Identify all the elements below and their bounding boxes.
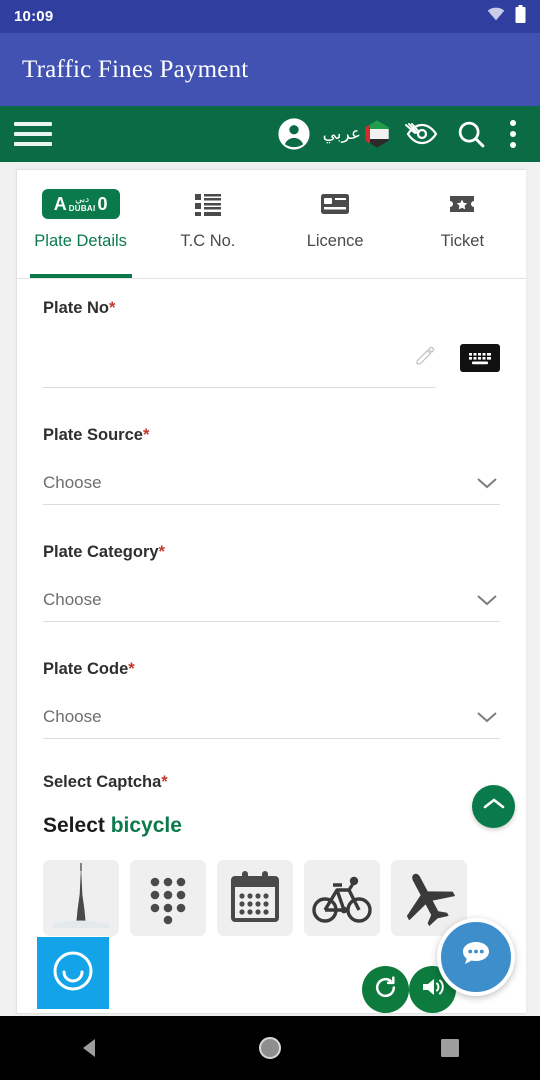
required-marker: * xyxy=(109,299,116,317)
tab-active-underline xyxy=(29,274,132,278)
required-marker: * xyxy=(128,660,135,678)
page-title: Traffic Fines Payment xyxy=(22,55,249,83)
plate-no-input-row xyxy=(43,338,500,388)
label-select-captcha: Select Captcha* xyxy=(43,773,168,791)
label-plate-category: Plate Category* xyxy=(43,543,165,561)
tab-bar: A دبي DUBAI 0 Plate Details T.C No. Lice… xyxy=(17,170,526,278)
chevron-down-icon xyxy=(474,587,500,613)
required-marker: * xyxy=(161,773,168,791)
android-nav-bar xyxy=(0,1016,540,1080)
status-bar: 10:09 xyxy=(0,0,540,33)
tab-tc-no[interactable]: T.C No. xyxy=(144,184,271,278)
plate-icon-number: 0 xyxy=(97,194,108,214)
language-switch-button[interactable]: عربي xyxy=(323,113,392,155)
tab-licence[interactable]: Licence xyxy=(272,184,399,278)
captcha-prompt-prefix: Select xyxy=(43,814,105,837)
back-triangle-icon[interactable] xyxy=(55,1016,125,1080)
chat-bubble-icon xyxy=(456,935,496,980)
burj-khalifa-tile[interactable] xyxy=(43,860,119,936)
smiley-face-icon xyxy=(48,946,98,1001)
tab-label-ticket: Ticket xyxy=(440,232,485,250)
kebab-menu-icon[interactable] xyxy=(500,113,526,155)
plate-code-value: Choose xyxy=(43,707,102,726)
tab-label-licence: Licence xyxy=(306,232,364,250)
eye-slash-icon[interactable] xyxy=(400,113,442,155)
tab-plate-details[interactable]: A دبي DUBAI 0 Plate Details xyxy=(17,184,144,278)
search-icon[interactable] xyxy=(450,113,492,155)
plate-category-value: Choose xyxy=(43,590,102,609)
page-content: A دبي DUBAI 0 Plate Details T.C No. Lice… xyxy=(0,162,540,1016)
app-toolbar: عربي xyxy=(0,106,540,162)
ticket-icon xyxy=(448,184,476,224)
tab-label-plate-details: Plate Details xyxy=(34,232,127,250)
recents-square-icon[interactable] xyxy=(415,1016,485,1080)
plate-source-value: Choose xyxy=(43,473,102,492)
field-plate-category: Plate Category* Choose xyxy=(43,543,500,622)
speaker-icon xyxy=(420,975,446,1004)
chat-support-button[interactable] xyxy=(437,918,515,996)
plate-code-dropdown[interactable]: Choose xyxy=(43,705,500,739)
plate-source-dropdown[interactable]: Choose xyxy=(43,471,500,505)
accessibility-widget-button[interactable] xyxy=(37,937,109,1009)
pencil-icon[interactable] xyxy=(414,345,436,372)
plate-no-input[interactable] xyxy=(43,338,436,388)
status-icons xyxy=(487,5,526,28)
home-circle-icon[interactable] xyxy=(235,1016,305,1080)
refresh-icon xyxy=(373,975,398,1005)
app-header: Traffic Fines Payment xyxy=(0,33,540,106)
field-plate-code: Plate Code* Choose xyxy=(43,660,500,739)
label-plate-no: Plate No* xyxy=(43,299,116,317)
captcha-tile-grid xyxy=(43,860,500,936)
list-icon xyxy=(194,184,222,224)
language-label: عربي xyxy=(322,124,361,144)
dubai-plate-icon: A دبي DUBAI 0 xyxy=(41,184,120,224)
tab-ticket[interactable]: Ticket xyxy=(399,184,526,278)
keyboard-icon[interactable] xyxy=(460,344,500,372)
hamburger-menu-icon[interactable] xyxy=(14,119,54,149)
field-plate-no: Plate No* xyxy=(43,299,500,388)
required-marker: * xyxy=(142,426,150,444)
chevron-up-icon xyxy=(483,797,505,816)
account-circle-icon[interactable] xyxy=(273,113,315,155)
plate-details-form: Plate No* Plate Source* Choose Plate Cat… xyxy=(17,279,526,936)
chevron-down-icon xyxy=(474,470,500,496)
field-plate-source: Plate Source* Choose xyxy=(43,426,500,505)
status-time: 10:09 xyxy=(14,8,54,25)
required-marker: * xyxy=(158,543,165,561)
captcha-refresh-button[interactable] xyxy=(362,966,409,1013)
calendar-tile[interactable] xyxy=(217,860,293,936)
plate-category-dropdown[interactable]: Choose xyxy=(43,588,500,622)
scroll-to-top-button[interactable] xyxy=(472,785,515,828)
chevron-down-icon xyxy=(474,704,500,730)
wifi-icon xyxy=(487,7,505,26)
dots-grid-tile[interactable] xyxy=(130,860,206,936)
captcha-prompt: Select bicycle xyxy=(43,814,500,838)
content-card: A دبي DUBAI 0 Plate Details T.C No. Lice… xyxy=(16,169,526,1014)
toolbar-actions: عربي xyxy=(273,113,526,155)
app-root: 10:09 Traffic Fines Payment عربي A دبي D… xyxy=(0,0,540,1080)
uae-flag-icon xyxy=(362,119,392,149)
card-icon xyxy=(320,184,350,224)
label-plate-code: Plate Code* xyxy=(43,660,135,678)
captcha-prompt-word: bicycle xyxy=(110,814,182,837)
tab-label-tc-no: T.C No. xyxy=(180,232,236,250)
plate-icon-english: DUBAI xyxy=(68,203,96,213)
label-plate-source: Plate Source* xyxy=(43,426,150,444)
bicycle-tile[interactable] xyxy=(304,860,380,936)
battery-icon xyxy=(515,5,526,28)
plate-icon-letter: A xyxy=(53,194,67,214)
